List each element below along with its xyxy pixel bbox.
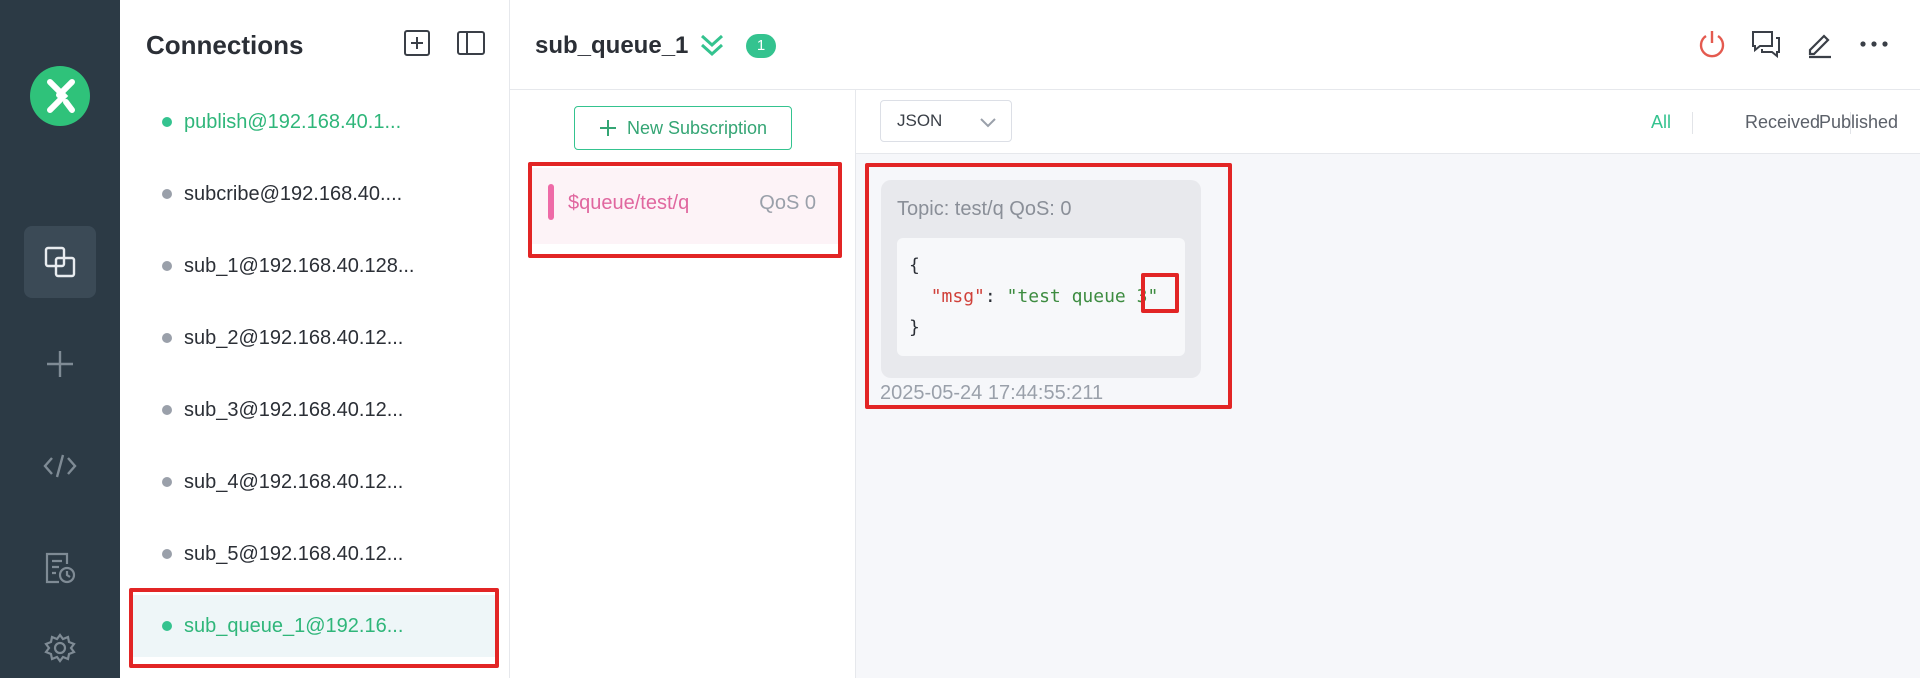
connection-item-sub-1[interactable]: sub_1@192.168.40.128... xyxy=(130,235,498,297)
chat-icon[interactable] xyxy=(1750,28,1782,60)
status-dot xyxy=(162,189,172,199)
filter-all-tab[interactable]: All xyxy=(1651,112,1671,133)
chevron-down-icon xyxy=(980,118,996,128)
connection-name: sub_4@192.168.40.12... xyxy=(184,470,404,493)
payload-colon: : xyxy=(984,286,1007,307)
left-rail xyxy=(0,0,120,678)
filter-published-tab[interactable]: Published xyxy=(1819,112,1898,133)
power-icon[interactable] xyxy=(1696,28,1728,60)
filter-received-tab[interactable]: Received xyxy=(1745,112,1820,133)
connection-name: sub_5@192.168.40.12... xyxy=(184,542,404,565)
subscription-topic: $queue/test/q xyxy=(568,192,690,214)
double-chevron-down-icon[interactable] xyxy=(698,30,726,65)
subscriptions-panel: New Subscription $queue/test/q QoS 0 xyxy=(510,90,856,678)
top-bar: sub_queue_1 1 xyxy=(510,0,1920,90)
connections-title: Connections xyxy=(146,30,304,60)
more-icon[interactable] xyxy=(1858,28,1890,60)
message-payload: { "msg": "test queue 3" } xyxy=(897,238,1185,356)
filter-divider xyxy=(1692,112,1693,134)
status-dot xyxy=(162,549,172,559)
payload-value-highlight: 3" xyxy=(1136,286,1159,307)
connection-item-sub-5[interactable]: sub_5@192.168.40.12... xyxy=(130,523,498,585)
code-icon[interactable] xyxy=(24,430,96,502)
payload-value: "test queue xyxy=(1006,286,1137,307)
plus-icon[interactable] xyxy=(24,328,96,400)
connection-item-sub-3[interactable]: sub_3@192.168.40.12... xyxy=(130,379,498,441)
connection-name: publish@192.168.40.1... xyxy=(184,110,402,133)
connection-name: sub_queue_1@192.16... xyxy=(184,614,404,637)
status-dot xyxy=(162,333,172,343)
toggle-sidebar-icon[interactable] xyxy=(456,28,486,58)
status-dot xyxy=(162,261,172,271)
connection-name: sub_2@192.168.40.12... xyxy=(184,326,404,349)
status-dot xyxy=(162,405,172,415)
connection-item-sub-queue-1[interactable]: sub_queue_1@192.16... xyxy=(130,595,498,657)
log-icon[interactable] xyxy=(24,532,96,604)
gear-icon[interactable] xyxy=(24,612,96,678)
connection-name: sub_3@192.168.40.12... xyxy=(184,398,404,421)
connection-title: sub_queue_1 xyxy=(535,32,689,59)
status-dot xyxy=(162,477,172,487)
connections-icon[interactable] xyxy=(24,226,96,298)
connection-item-sub-4[interactable]: sub_4@192.168.40.12... xyxy=(130,451,498,513)
payload-format-value: JSON xyxy=(897,111,943,130)
message-card: Topic: test/q QoS: 0 { "msg": "test queu… xyxy=(881,180,1201,378)
payload-key: "msg" xyxy=(930,286,985,307)
message-timestamp: 2025-05-24 17:44:55:211 xyxy=(880,382,1104,404)
connection-name: sub_1@192.168.40.128... xyxy=(184,254,415,277)
connections-panel: Connections publish@192.168.40.1... subc… xyxy=(120,0,510,678)
message-meta: Topic: test/q QoS: 0 xyxy=(897,198,1072,220)
payload-brace-open: { xyxy=(909,255,920,276)
status-dot xyxy=(162,621,172,631)
message-toolbar: JSON All Received Published xyxy=(856,90,1920,154)
new-subscription-label: New Subscription xyxy=(626,117,768,138)
plus-icon xyxy=(599,120,616,136)
subscription-item[interactable]: $queue/test/q QoS 0 xyxy=(532,168,842,244)
connection-item-sub-2[interactable]: sub_2@192.168.40.12... xyxy=(130,307,498,369)
subscription-qos: QoS 0 xyxy=(759,192,816,214)
connection-item-publish[interactable]: publish@192.168.40.1... xyxy=(130,91,498,153)
mqttx-logo-icon xyxy=(30,66,90,126)
new-connection-icon[interactable] xyxy=(402,28,432,58)
app-window: Connections publish@192.168.40.1... subc… xyxy=(0,0,1920,678)
edit-icon[interactable] xyxy=(1804,28,1836,60)
new-subscription-button[interactable]: New Subscription xyxy=(574,106,792,150)
payload-format-select[interactable]: JSON xyxy=(880,100,1012,142)
connection-name: subcribe@192.168.40.... xyxy=(184,182,403,205)
status-dot xyxy=(162,117,172,127)
subscription-color-bar xyxy=(548,184,554,220)
messages-area: JSON All Received Published Topic: test/… xyxy=(856,90,1920,678)
connection-item-subcribe[interactable]: subcribe@192.168.40.... xyxy=(130,163,498,225)
payload-brace-close: } xyxy=(909,317,920,338)
count-badge: 1 xyxy=(746,34,776,58)
